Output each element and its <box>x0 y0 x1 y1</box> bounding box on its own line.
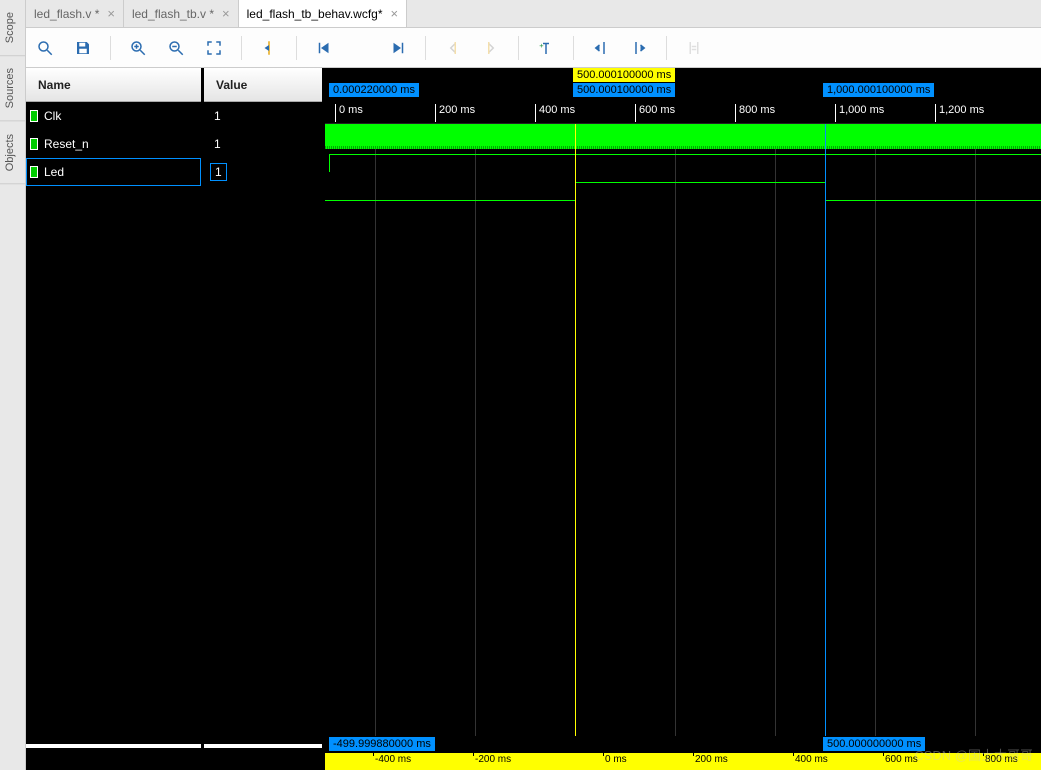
side-tab-sources[interactable]: Sources <box>0 56 25 121</box>
toolbar: + <box>26 28 1041 68</box>
wave-clk <box>325 124 1041 146</box>
wave-segment <box>329 154 1041 155</box>
side-tab-objects[interactable]: Objects <box>0 122 25 184</box>
signal-icon <box>30 138 38 150</box>
tab-label: led_flash_tb_behav.wcfg* <box>247 7 383 21</box>
add-marker-icon[interactable]: + <box>535 37 557 59</box>
marker-left[interactable]: 0.000220000 ms <box>329 83 419 97</box>
values-body: 1 1 1 <box>204 102 322 744</box>
goto-start-icon[interactable] <box>313 37 335 59</box>
side-tab-scope[interactable]: Scope <box>0 0 25 56</box>
separator <box>518 36 519 60</box>
ruler-top[interactable]: 0 ms 200 ms 400 ms 600 ms 800 ms 1,000 ms 1,20… <box>325 102 1041 124</box>
separator <box>296 36 297 60</box>
wave-reset <box>325 152 1041 174</box>
value-row-led[interactable]: 1 <box>204 158 322 186</box>
marker-bar-top: 0.000220000 ms 500.000100000 ms 500.0001… <box>325 68 1041 102</box>
editor-tabs: led_flash.v * × led_flash_tb.v * × led_f… <box>26 0 1041 28</box>
marker-right[interactable]: 1,000.000100000 ms <box>823 83 934 97</box>
value-row-reset[interactable]: 1 <box>204 130 322 158</box>
separator <box>241 36 242 60</box>
spacer <box>204 748 322 770</box>
separator <box>425 36 426 60</box>
grid-line <box>675 124 676 736</box>
close-icon[interactable]: × <box>222 6 230 21</box>
ruler-tick: 0 ms <box>605 754 627 765</box>
prev-marker-icon[interactable] <box>590 37 612 59</box>
tab-label: led_flash.v * <box>34 7 99 21</box>
close-icon[interactable]: × <box>391 6 399 21</box>
grid-line <box>775 124 776 736</box>
main-area: led_flash.v * × led_flash_tb.v * × led_f… <box>26 0 1041 770</box>
signal-row-clk[interactable]: Clk <box>26 102 201 130</box>
signal-row-led[interactable]: Led <box>26 158 201 186</box>
close-icon[interactable]: × <box>107 6 115 21</box>
spacer <box>26 748 201 770</box>
ruler-tick: 1,200 ms <box>935 104 984 122</box>
separator <box>110 36 111 60</box>
values-header[interactable]: Value <box>204 68 322 102</box>
ruler-tick: 400 ms <box>795 754 828 765</box>
waveform-panel[interactable]: 0.000220000 ms 500.000100000 ms 500.0001… <box>325 68 1041 770</box>
cursor-yellow[interactable] <box>575 124 576 736</box>
watermark: CSDN @国士大哥哥 <box>914 745 1033 764</box>
ruler-tick: -400 ms <box>375 754 411 765</box>
goto-end-icon[interactable] <box>387 37 409 59</box>
ruler-tick: 1,000 ms <box>835 104 884 122</box>
wave-segment <box>325 200 575 201</box>
prev-transition-icon[interactable] <box>442 37 464 59</box>
zoom-in-icon[interactable] <box>127 37 149 59</box>
values-panel: Value 1 1 1 <box>204 68 322 770</box>
zoom-fit-icon[interactable] <box>203 37 225 59</box>
swap-cursors-icon[interactable] <box>683 37 705 59</box>
value-row-clk[interactable]: 1 <box>204 102 322 130</box>
marker-yellow[interactable]: 500.000100000 ms <box>573 68 675 82</box>
marker-bottom-left[interactable]: -499.999880000 ms <box>329 737 435 751</box>
ruler-tick: 0 ms <box>335 104 363 122</box>
ruler-tick: 600 ms <box>635 104 675 122</box>
cursor-blue[interactable] <box>825 124 826 736</box>
ruler-tick: 800 ms <box>735 104 775 122</box>
marker-bottom-right[interactable]: 500.000000000 ms <box>823 737 925 751</box>
wave-segment <box>575 182 825 183</box>
save-icon[interactable] <box>72 37 94 59</box>
waveform-content: Name Clk Reset_n Led Value 1 1 1 0.00022… <box>26 68 1041 770</box>
ruler-tick: 600 ms <box>885 754 918 765</box>
separator <box>666 36 667 60</box>
side-tab-bar: Scope Sources Objects <box>0 0 26 770</box>
tab-led-flash[interactable]: led_flash.v * × <box>26 0 124 27</box>
tab-label: led_flash_tb.v * <box>132 7 214 21</box>
signal-icon <box>30 166 38 178</box>
grid-line <box>475 124 476 736</box>
tab-led-flash-tb[interactable]: led_flash_tb.v * × <box>124 0 239 27</box>
ruler-tick: -200 ms <box>475 754 511 765</box>
next-marker-icon[interactable] <box>628 37 650 59</box>
wave-segment <box>825 200 1041 201</box>
tab-wcfg[interactable]: led_flash_tb_behav.wcfg* × <box>239 0 407 27</box>
zoom-out-icon[interactable] <box>165 37 187 59</box>
ruler-tick: 400 ms <box>535 104 575 122</box>
names-header[interactable]: Name <box>26 68 201 102</box>
svg-text:+: + <box>539 41 544 50</box>
names-panel: Name Clk Reset_n Led <box>26 68 201 770</box>
goto-cursor-icon[interactable] <box>258 37 280 59</box>
signal-row-reset[interactable]: Reset_n <box>26 130 201 158</box>
wave-body[interactable] <box>325 124 1041 736</box>
wave-transition <box>329 154 330 172</box>
ruler-tick: 200 ms <box>435 104 475 122</box>
search-icon[interactable] <box>34 37 56 59</box>
signal-icon <box>30 110 38 122</box>
names-body: Clk Reset_n Led <box>26 102 201 744</box>
wave-led <box>325 180 1041 202</box>
marker-blue-under[interactable]: 500.000100000 ms <box>573 83 675 97</box>
next-transition-icon[interactable] <box>480 37 502 59</box>
grid-line <box>375 124 376 736</box>
ruler-tick: 200 ms <box>695 754 728 765</box>
separator <box>573 36 574 60</box>
grid-line <box>875 124 876 736</box>
grid-line <box>975 124 976 736</box>
